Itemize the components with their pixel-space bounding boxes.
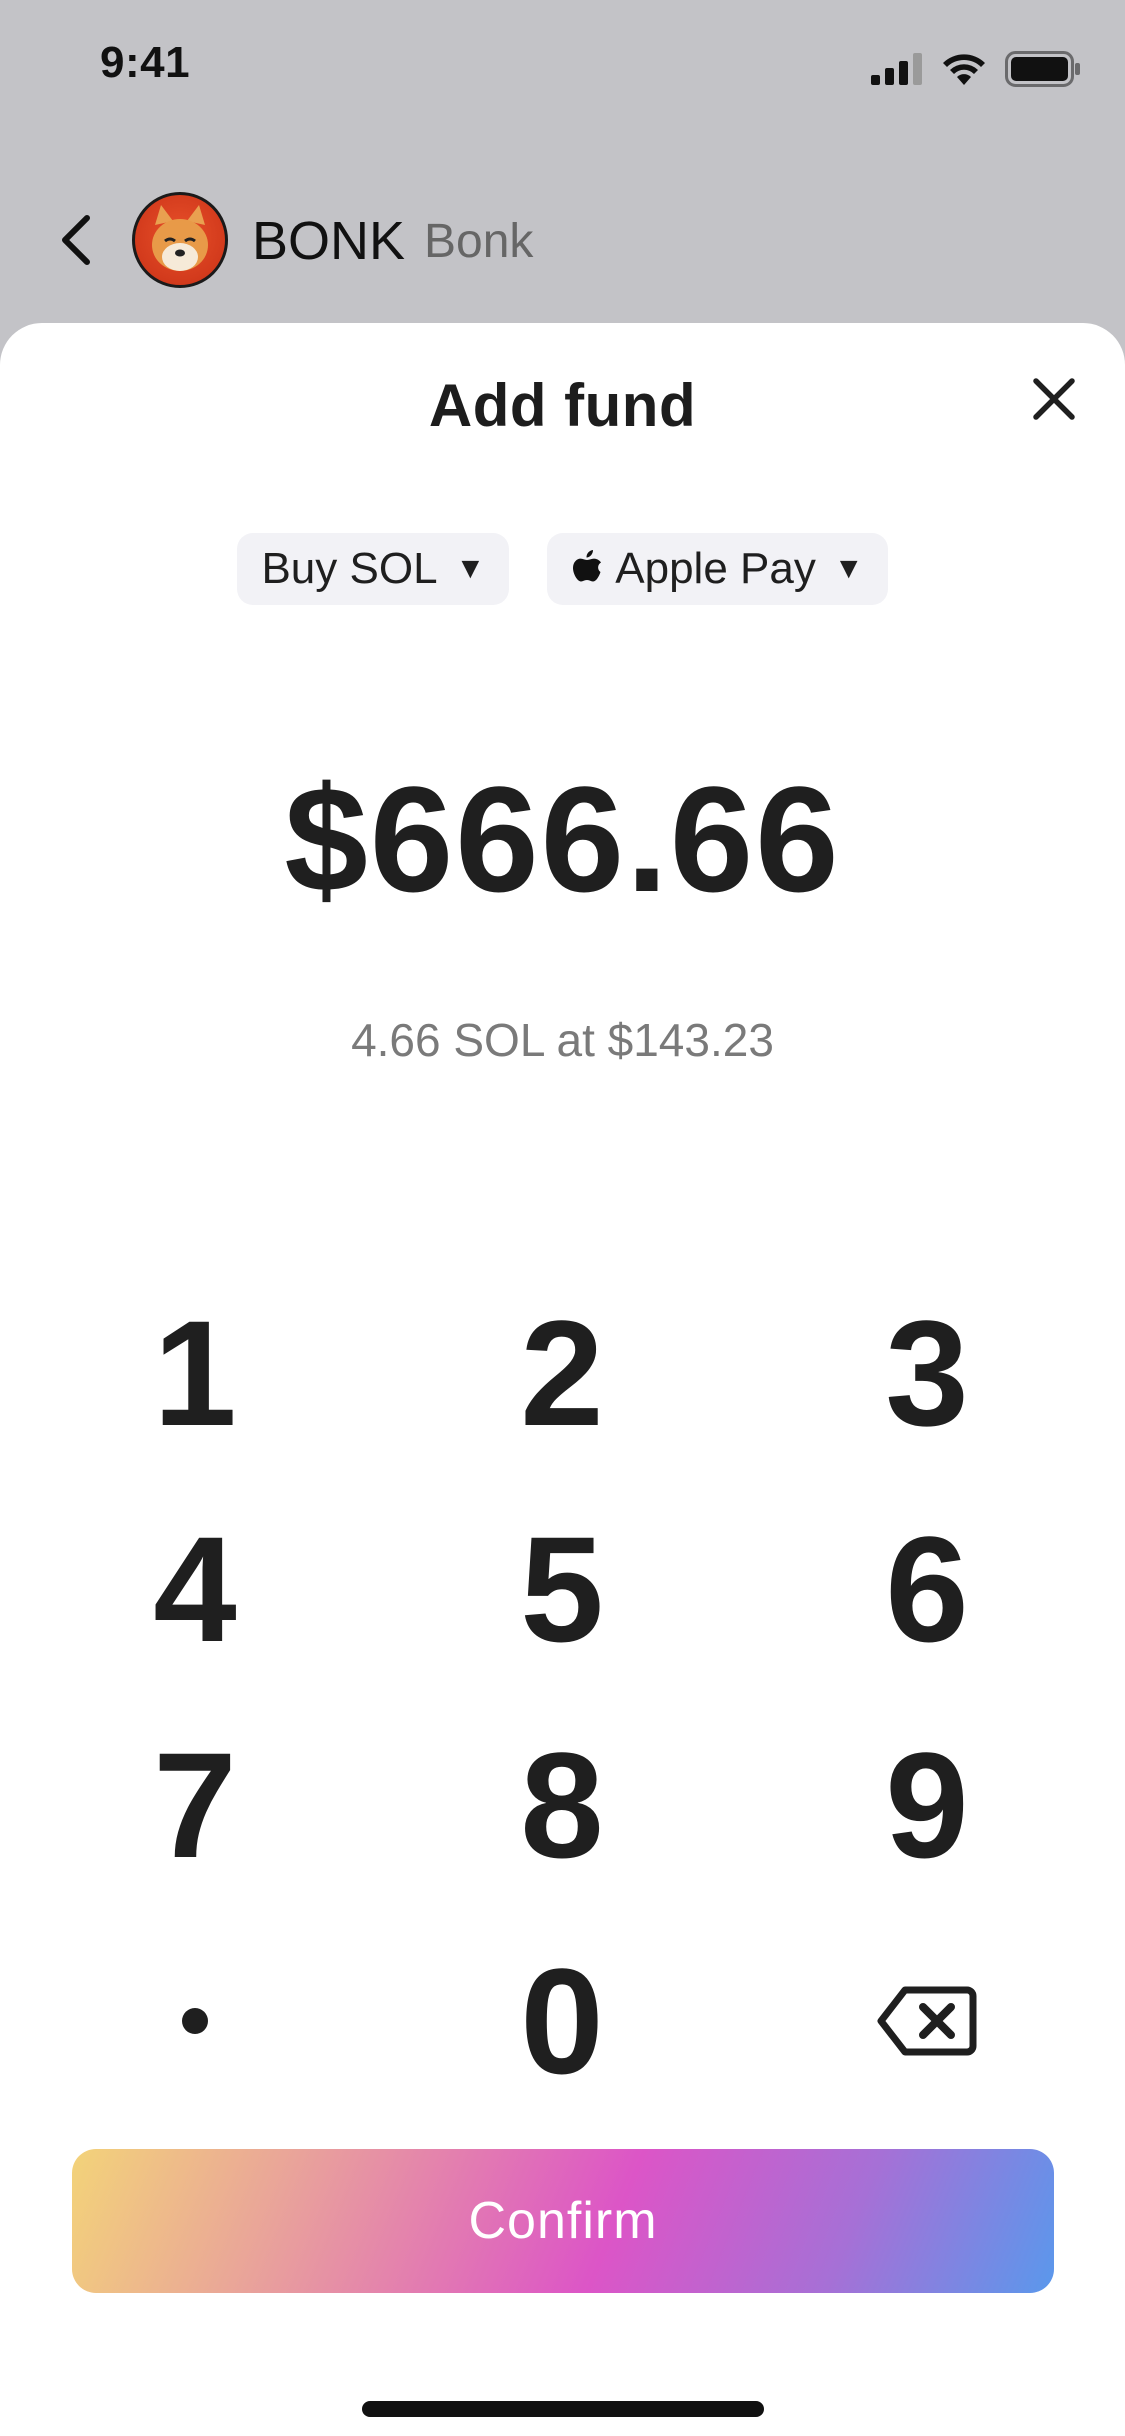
home-indicator bbox=[362, 2401, 764, 2417]
key-5[interactable]: 5 bbox=[412, 1489, 712, 1689]
key-4[interactable]: 4 bbox=[45, 1489, 345, 1689]
key-8[interactable]: 8 bbox=[412, 1705, 712, 1905]
add-fund-sheet: Add fund Buy SOL ▼ Apple Pay ▼ $666.66 4… bbox=[0, 323, 1125, 2436]
key-3[interactable]: 3 bbox=[777, 1273, 1077, 1473]
key-6[interactable]: 6 bbox=[777, 1489, 1077, 1689]
status-bar: 9:41 bbox=[0, 0, 1125, 132]
token-name: Bonk bbox=[424, 215, 534, 268]
token-header: BONK Bonk bbox=[0, 180, 1125, 300]
sheet-title: Add fund bbox=[428, 372, 697, 439]
cellular-signal-icon bbox=[871, 53, 922, 85]
options-row: Buy SOL ▼ Apple Pay ▼ bbox=[0, 533, 1125, 605]
key-0[interactable]: 0 bbox=[412, 1921, 712, 2121]
apple-pay-label: Apple Pay bbox=[615, 544, 816, 593]
key-9[interactable]: 9 bbox=[777, 1705, 1077, 1905]
battery-icon bbox=[1005, 51, 1080, 87]
caret-down-icon: ▼ bbox=[833, 552, 864, 585]
close-button[interactable] bbox=[1024, 369, 1084, 429]
key-decimal[interactable] bbox=[45, 1921, 345, 2121]
confirm-label: Confirm bbox=[468, 2192, 658, 2250]
close-icon bbox=[1033, 378, 1075, 420]
bonk-dog-avatar bbox=[132, 192, 228, 288]
apple-logo-icon bbox=[573, 550, 602, 582]
chevron-left-icon bbox=[62, 215, 90, 265]
decimal-point-icon bbox=[182, 2008, 208, 2034]
confirm-button[interactable]: Confirm bbox=[72, 2149, 1054, 2293]
buy-sol-label: Buy SOL bbox=[261, 544, 438, 593]
key-1[interactable]: 1 bbox=[45, 1273, 345, 1473]
status-time: 9:41 bbox=[100, 38, 191, 87]
amount-display: $666.66 bbox=[284, 755, 841, 923]
key-2[interactable]: 2 bbox=[412, 1273, 712, 1473]
conversion-rate: 4.66 SOL at $143.23 bbox=[351, 1014, 774, 1066]
back-button[interactable] bbox=[52, 210, 100, 270]
status-icons bbox=[871, 48, 1081, 90]
key-7[interactable]: 7 bbox=[45, 1705, 345, 1905]
backspace-icon bbox=[877, 1986, 977, 2056]
key-backspace[interactable] bbox=[777, 1921, 1077, 2121]
wifi-icon bbox=[943, 54, 985, 85]
caret-down-icon: ▼ bbox=[455, 552, 486, 585]
buy-sol-dropdown[interactable]: Buy SOL ▼ bbox=[237, 533, 510, 605]
token-symbol: BONK bbox=[252, 211, 406, 271]
shiba-dog-icon bbox=[152, 205, 208, 271]
apple-pay-dropdown[interactable]: Apple Pay ▼ bbox=[547, 533, 888, 605]
